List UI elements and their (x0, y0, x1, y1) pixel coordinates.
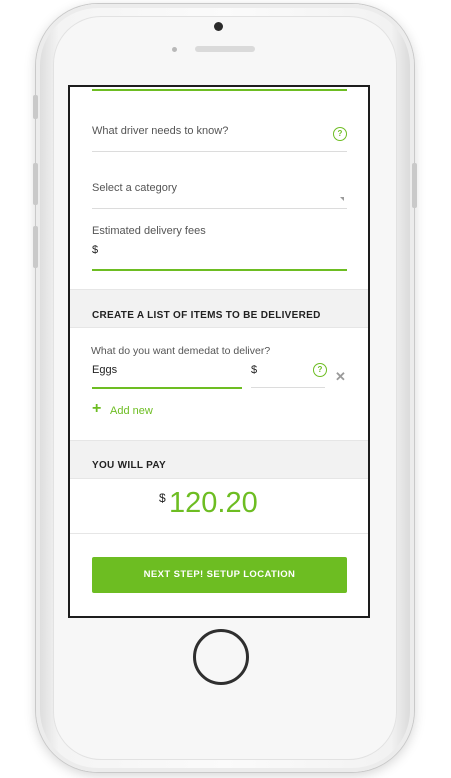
volume-down-button (33, 226, 38, 268)
pay-currency: $ (159, 491, 166, 505)
pay-divider (70, 533, 368, 534)
pay-section-title: YOU WILL PAY (92, 460, 166, 471)
select-arrow-icon (340, 197, 344, 201)
proximity-sensor (172, 47, 177, 52)
item-price-currency: $ (251, 364, 258, 376)
app-screen: What driver needs to know? ? Select a ca… (68, 85, 370, 618)
pay-section-header: YOU WILL PAY (70, 440, 368, 479)
pay-amount: 120.20 (169, 487, 258, 519)
item-name-input[interactable]: Eggs (92, 363, 242, 389)
remove-icon[interactable]: ✕ (335, 369, 346, 385)
item-name-value: Eggs (92, 364, 118, 376)
item-name-underline (92, 387, 242, 389)
earpiece-speaker (195, 46, 255, 52)
category-select[interactable]: Select a category (92, 175, 347, 209)
power-button (412, 163, 417, 208)
driver-note-field[interactable]: What driver needs to know? ? (92, 117, 347, 153)
delivery-fees-label: Estimated delivery fees (92, 225, 206, 237)
driver-note-placeholder: What driver needs to know? (92, 125, 229, 137)
price-help-icon[interactable]: ? (313, 363, 327, 377)
add-new-label: Add new (110, 405, 153, 417)
front-camera (214, 22, 223, 31)
items-question: What do you want demedat to deliver? (91, 345, 271, 357)
delivery-fees-underline (92, 269, 347, 271)
item-price-underline (251, 387, 325, 388)
items-section-header: CREATE A LIST OF ITEMS TO BE DELIVERED (70, 289, 368, 328)
delivery-fees-field[interactable]: Estimated delivery fees $ (92, 225, 347, 275)
volume-up-button (33, 163, 38, 205)
driver-note-underline (92, 151, 347, 152)
items-section-title: CREATE A LIST OF ITEMS TO BE DELIVERED (92, 310, 321, 321)
add-new-button[interactable]: + Add new (92, 400, 172, 421)
delivery-fees-currency: $ (92, 244, 99, 256)
next-step-button[interactable]: NEXT STEP! SETUP LOCATION (92, 557, 347, 593)
help-icon[interactable]: ? (333, 127, 347, 141)
previous-field-underline (92, 89, 347, 91)
category-underline (92, 208, 347, 209)
mute-switch (33, 95, 38, 119)
category-placeholder: Select a category (92, 182, 177, 194)
plus-icon: + (92, 400, 102, 417)
home-button[interactable] (193, 629, 249, 685)
